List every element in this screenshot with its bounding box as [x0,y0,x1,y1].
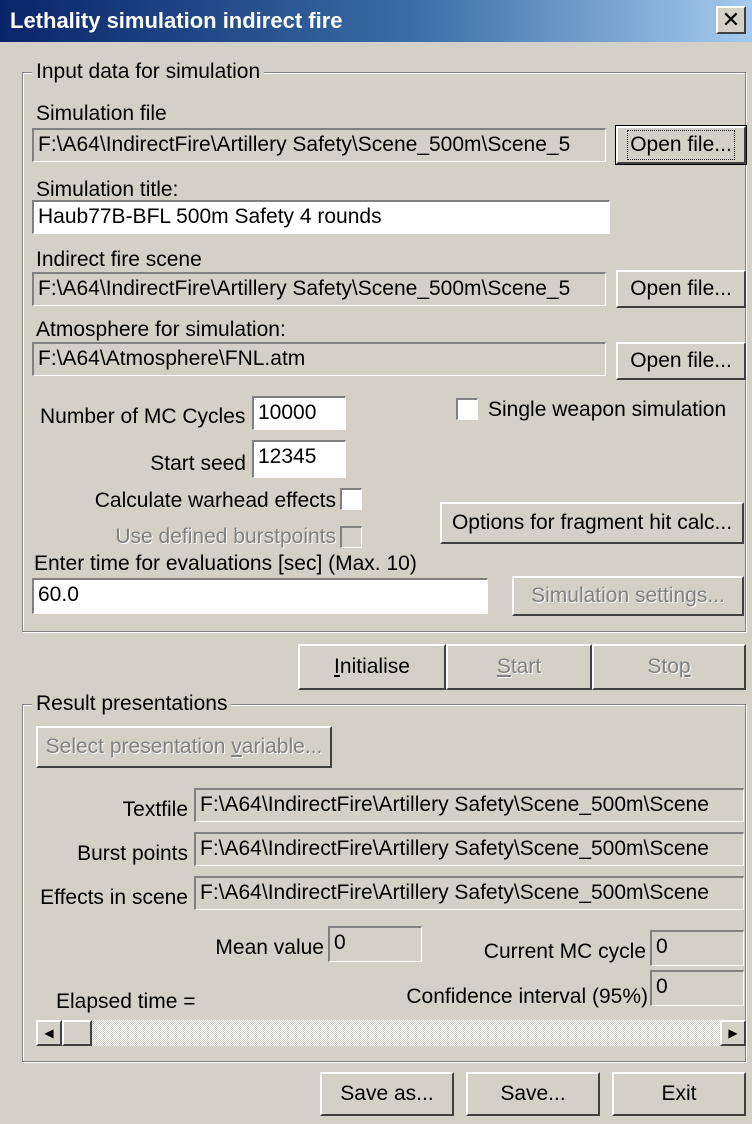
elapsed-time-label: Elapsed time = [56,990,196,1013]
scroll-right-icon[interactable]: ▶ [720,1020,746,1046]
simulation-settings-button[interactable]: Simulation settings... [512,576,744,616]
simulation-file-field[interactable]: F:\A64\IndirectFire\Artillery Safety\Sce… [32,128,606,162]
open-simulation-file-button[interactable]: Open file... [615,125,747,165]
stop-button[interactable]: Stop [592,644,746,690]
input-data-legend: Input data for simulation [32,60,265,84]
mean-value-label: Mean value [215,936,324,959]
start-seed-label: Start seed [150,452,246,475]
horizontal-scrollbar[interactable]: ◀ ▶ [36,1020,746,1046]
eval-time-input[interactable]: 60.0 [32,578,488,614]
single-weapon-checkbox[interactable] [456,398,478,420]
use-burstpoints-label: Use defined burstpoints [115,525,336,548]
select-presentation-variable-label: Select presentation variable... [45,735,323,758]
indirect-fire-scene-field[interactable]: F:\A64\IndirectFire\Artillery Safety\Sce… [32,272,606,306]
save-as-button[interactable]: Save as... [320,1072,454,1116]
simulation-title-input[interactable]: Haub77B-BFL 500m Safety 4 rounds [32,200,610,234]
confidence-interval-field[interactable]: 0 [650,970,744,1006]
open-scene-file-button[interactable]: Open file... [616,270,746,308]
confidence-interval-label: Confidence interval (95%) [406,985,648,1008]
scroll-thumb[interactable] [62,1020,92,1046]
initialise-label: Initialise [334,655,410,678]
atmosphere-label: Atmosphere for simulation: [36,318,286,341]
eval-time-label: Enter time for evaluations [sec] (Max. 1… [34,552,417,575]
single-weapon-label: Single weapon simulation [488,398,727,421]
simulation-title-label: Simulation title: [36,178,179,201]
select-presentation-variable-button[interactable]: Select presentation variable... [36,726,332,768]
result-presentations-legend: Result presentations [32,692,232,716]
window-title: Lethality simulation indirect fire [10,8,343,33]
mc-cycles-input[interactable]: 10000 [252,396,346,430]
dialog-window: Lethality simulation indirect fire ✕ Inp… [0,0,752,1124]
effects-in-scene-label: Effects in scene [40,886,188,909]
mc-cycles-label: Number of MC Cycles [40,405,246,428]
burst-points-label: Burst points [77,842,188,865]
current-mc-cycle-field[interactable]: 0 [650,930,744,966]
calc-warhead-checkbox[interactable] [340,488,362,510]
save-button[interactable]: Save... [466,1072,600,1116]
open-simulation-file-label: Open file... [627,130,735,160]
burst-points-field[interactable]: F:\A64\IndirectFire\Artillery Safety\Sce… [194,832,744,866]
title-bar: Lethality simulation indirect fire ✕ [0,0,752,42]
indirect-fire-scene-label: Indirect fire scene [36,248,202,271]
open-atmosphere-file-button[interactable]: Open file... [616,342,746,380]
scroll-left-icon[interactable]: ◀ [36,1020,62,1046]
use-burstpoints-checkbox[interactable] [340,526,362,548]
simulation-file-label: Simulation file [36,102,167,125]
textfile-label: Textfile [122,798,188,821]
atmosphere-field[interactable]: F:\A64\Atmosphere\FNL.atm [32,342,606,376]
current-mc-cycle-label: Current MC cycle [483,940,646,963]
close-icon[interactable]: ✕ [716,6,746,34]
textfile-field[interactable]: F:\A64\IndirectFire\Artillery Safety\Sce… [194,788,744,822]
stop-label: Stop [647,655,691,678]
mean-value-field[interactable]: 0 [328,926,422,962]
initialise-button[interactable]: Initialise [298,644,446,690]
start-label: Start [496,655,542,678]
effects-in-scene-field[interactable]: F:\A64\IndirectFire\Artillery Safety\Sce… [194,876,744,910]
fragment-hit-options-button[interactable]: Options for fragment hit calc... [440,502,744,544]
start-button[interactable]: Start [446,644,592,690]
calc-warhead-label: Calculate warhead effects [94,489,336,512]
exit-button[interactable]: Exit [612,1072,746,1116]
start-seed-input[interactable]: 12345 [252,440,346,478]
